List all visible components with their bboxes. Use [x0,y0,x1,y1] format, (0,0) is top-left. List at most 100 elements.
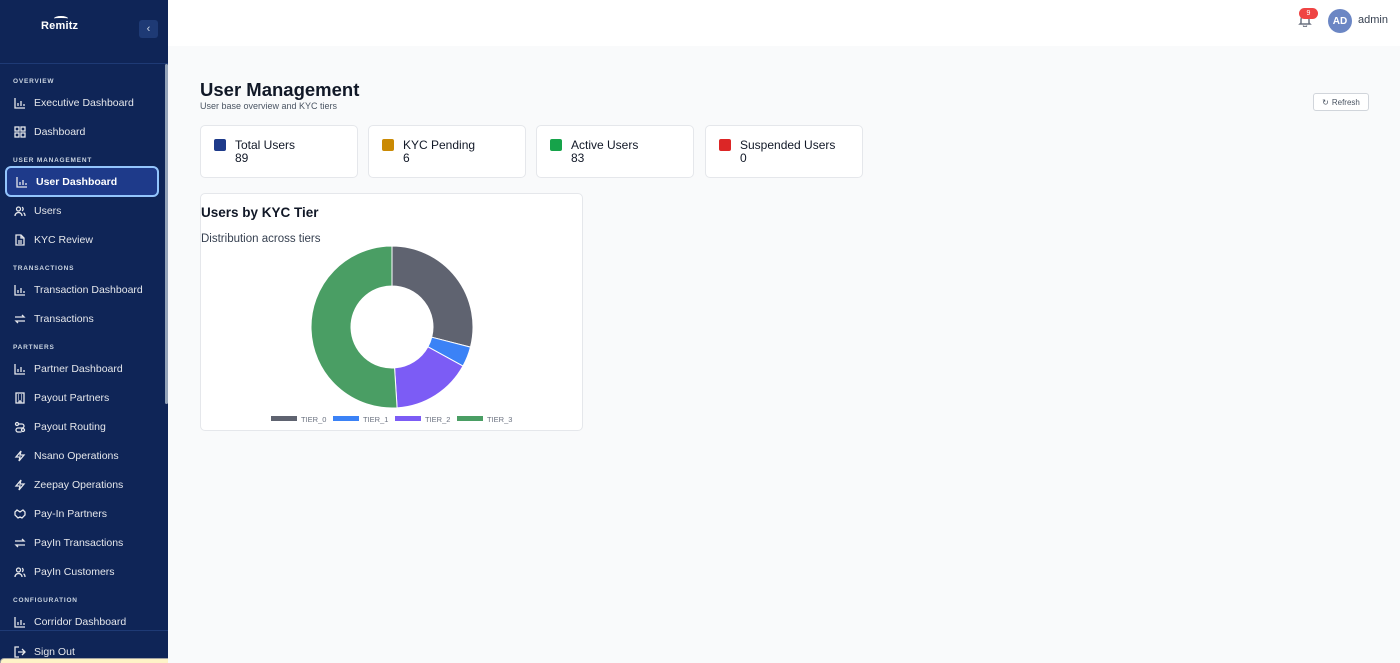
sidebar-item-label: Zeepay Operations [34,478,124,491]
building-icon [13,391,26,404]
stat-label: Total Users [235,138,296,152]
sidebar-item-label: User Dashboard [36,175,118,188]
notification-count-badge: 9 [1299,8,1318,19]
legend-swatch-tier-1[interactable] [333,416,359,421]
lightning-icon [13,449,26,462]
sidebar-item-label: Partner Dashboard [34,362,123,375]
bar-chart-icon [13,362,26,375]
sidebar-item-pay-in-partners[interactable]: Pay-In Partners [5,499,159,528]
stat-label: Suspended Users [740,138,836,152]
refresh-icon: ↻ [1322,97,1329,107]
sidebar-item-payin-transactions[interactable]: PayIn Transactions [5,528,159,557]
legend-swatch-tier-3[interactable] [457,416,483,421]
sidebar-item-dashboard[interactable]: Dashboard [5,117,159,146]
handshake-icon [13,507,26,520]
stat-label: Active Users [571,138,639,152]
chevron-left-icon: ‹ [146,23,151,35]
bar-chart-icon [13,283,26,296]
sidebar-item-transactions[interactable]: Transactions [5,304,159,333]
sidebar-item-label: PayIn Transactions [34,536,124,549]
grid-icon [13,125,26,138]
hourglass-icon [382,139,394,151]
stat-card-total-users: Total Users 89 [200,125,358,178]
stat-value: 83 [571,151,585,165]
pie-slice-tier-0[interactable] [391,245,474,348]
stat-card-suspended-users: Suspended Users 0 [705,125,863,178]
stat-card-kyc-pending: KYC Pending 6 [368,125,526,178]
sidebar-item-payin-customers[interactable]: PayIn Customers [5,557,159,586]
legend-swatch-tier-2[interactable] [395,416,421,421]
chart-card-kyc-tiers: Users by KYC Tier Distribution across ti… [200,193,583,431]
bar-chart-icon [15,175,28,188]
route-icon [13,420,26,433]
logout-icon [13,645,26,658]
check-icon [550,139,562,151]
refresh-button[interactable]: ↻ Refresh [1313,93,1369,111]
legend-label-tier-2[interactable]: TIER_2 [425,415,450,424]
users-icon [214,139,226,151]
sidebar-item-partner-dashboard[interactable]: Partner Dashboard [5,354,159,383]
legend-label-tier-3[interactable]: TIER_3 [487,415,512,424]
section-title-overview: Overview [13,78,55,85]
sidebar-divider [0,630,168,631]
stat-card-active-users: Active Users 83 [536,125,694,178]
section-title-configuration: Configuration [13,597,78,604]
sidebar-item-transaction-dashboard[interactable]: Transaction Dashboard [5,275,159,304]
main-content: User Management User base overview and K… [168,46,1400,663]
sidebar-item-executive-dashboard[interactable]: Executive Dashboard [5,88,159,117]
legend-label-tier-0[interactable]: TIER_0 [301,415,326,424]
lightning-icon [13,478,26,491]
sidebar-item-label: Dashboard [34,125,86,138]
page-subtitle: User base overview and KYC tiers [200,101,338,111]
sidebar-item-label: Corridor Dashboard [34,615,127,628]
sidebar-item-label: Users [34,204,62,217]
sidebar-item-corridor-dashboard[interactable]: Corridor Dashboard [5,607,159,636]
refresh-label: Refresh [1331,97,1360,107]
bar-chart-icon [13,96,26,109]
pie-slice-tier-3[interactable] [310,245,398,409]
sidebar-item-label: Transaction Dashboard [34,283,143,296]
sidebar-item-payout-partners[interactable]: Payout Partners [5,383,159,412]
block-icon [719,139,731,151]
sidebar-item-label: Payout Routing [34,420,106,433]
sidebar-item-zeepay-operations[interactable]: Zeepay Operations [5,470,159,499]
stat-value: 0 [740,151,747,165]
sidebar-item-label: PayIn Customers [34,565,115,578]
bar-chart-icon [13,615,26,628]
stat-value: 6 [403,151,410,165]
users-icon [13,565,26,578]
sidebar-header: Remitz ‹ [0,0,168,64]
swap-arrows-icon [13,312,26,325]
topbar: 9 AD admin [168,0,1400,46]
document-icon [13,233,26,246]
sidebar-item-label: Pay-In Partners [34,507,107,520]
users-icon [13,204,26,217]
section-title-partners: Partners [13,344,55,351]
sidebar: Remitz ‹ Overview Executive Dashboard Da… [0,0,168,663]
sidebar-item-nsano-operations[interactable]: Nsano Operations [5,441,159,470]
username[interactable]: admin [1358,14,1388,26]
sidebar-item-payout-routing[interactable]: Payout Routing [5,412,159,441]
sidebar-item-label: Executive Dashboard [34,96,134,109]
legend-label-tier-1[interactable]: TIER_1 [363,415,388,424]
section-title-user-management: User Management [13,157,93,164]
sidebar-item-kyc-review[interactable]: KYC Review [5,225,159,254]
sidebar-item-label: Nsano Operations [34,449,119,462]
legend-swatch-tier-0[interactable] [271,416,297,421]
sidebar-item-label: Payout Partners [34,391,110,404]
stat-label: KYC Pending [403,138,476,152]
stat-value: 89 [235,151,249,165]
app-logo[interactable]: Remitz [40,16,82,36]
collapse-sidebar-button[interactable]: ‹ [139,20,158,38]
donut-chart: TIER_0 TIER_1 TIER_2 TIER_3 [271,245,512,424]
sidebar-item-users[interactable]: Users [5,196,159,225]
sidebar-item-label: Sign Out [34,645,75,658]
sidebar-item-user-dashboard[interactable]: User Dashboard [5,166,159,197]
section-title-transactions: Transactions [13,265,75,272]
avatar[interactable]: AD [1328,9,1352,33]
page-title: User Management [200,79,360,100]
tooltip-edge [0,658,168,663]
sidebar-item-label: KYC Review [34,233,93,246]
logo-text: Remitz [41,20,79,32]
sidebar-item-label: Transactions [34,312,94,325]
